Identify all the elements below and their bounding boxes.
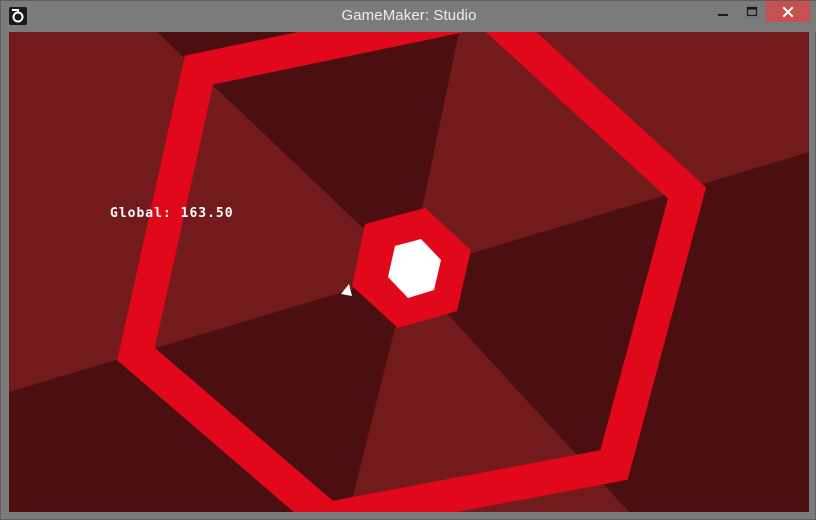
window-title: GameMaker: Studio bbox=[341, 7, 477, 24]
close-button[interactable] bbox=[766, 1, 810, 22]
global-score-label: Global: 163.50 bbox=[110, 206, 234, 221]
minimize-icon bbox=[718, 13, 728, 16]
game-canvas bbox=[9, 32, 809, 512]
game-window: GameMaker: Studio Global: 163.50 bbox=[0, 0, 816, 520]
title-bar[interactable]: GameMaker: Studio bbox=[1, 1, 816, 32]
maximize-icon bbox=[746, 6, 758, 16]
minimize-button[interactable] bbox=[708, 1, 738, 22]
game-viewport[interactable]: Global: 163.50 bbox=[9, 32, 809, 512]
maximize-button[interactable] bbox=[738, 1, 766, 22]
close-icon bbox=[782, 6, 794, 17]
